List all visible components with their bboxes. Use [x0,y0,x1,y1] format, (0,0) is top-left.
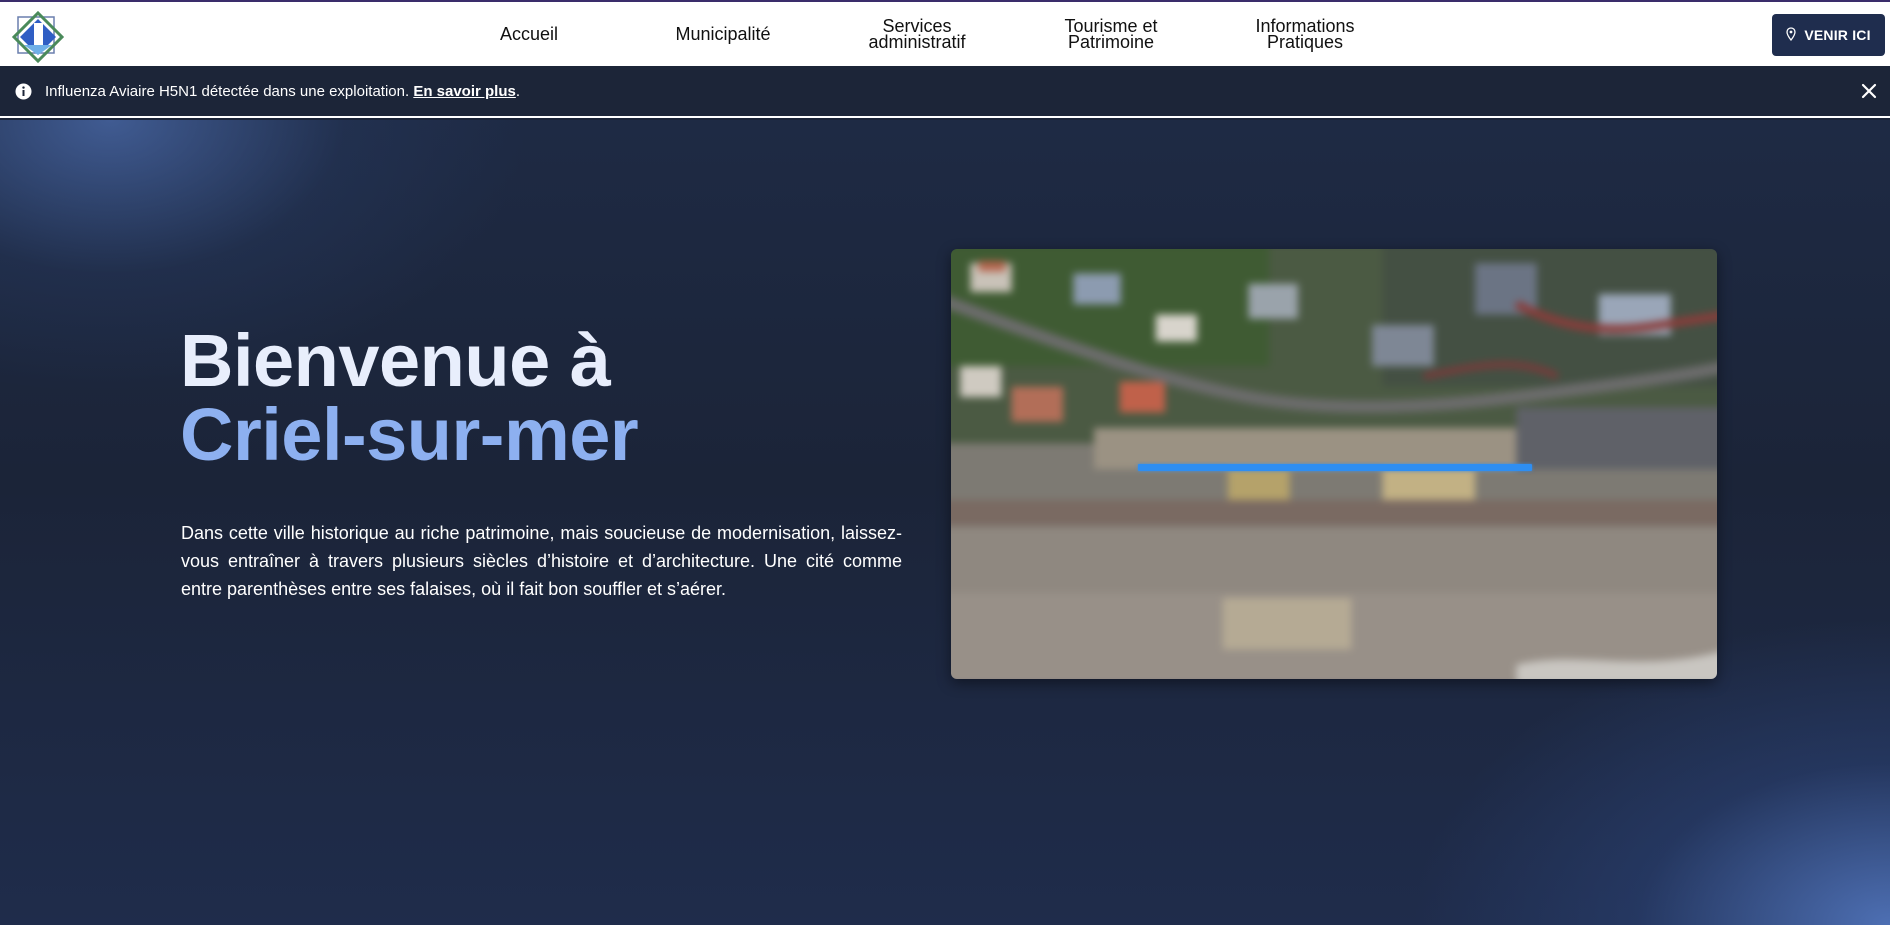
nav-services-administratif[interactable]: Services administratif [832,2,1002,66]
info-icon [15,83,32,100]
alert-text: Influenza Aviaire H5N1 détectée dans une… [45,83,414,100]
alert-link[interactable]: En savoir plus [413,83,516,100]
nav-label: Municipalité [675,24,771,44]
progress-bar [1138,464,1532,471]
alert-message: Influenza Aviaire H5N1 détectée dans une… [45,83,520,100]
nav-label-line2: Patrimoine [1067,32,1155,52]
site-header: Accueil Municipalité Services administra… [0,0,1890,66]
map-pin-icon [1786,26,1796,44]
page-title: Bienvenue à Criel-sur-mer [180,319,639,476]
main-nav: Accueil Municipalité Services administra… [0,2,1890,68]
nav-label-line2: administratif [868,32,966,52]
title-line-1: Bienvenue à [180,319,611,402]
title-line-2: Criel-sur-mer [180,393,639,476]
alert-banner: Influenza Aviaire H5N1 détectée dans une… [0,66,1890,118]
hero-description: Dans cette ville historique au riche pat… [181,523,902,599]
venir-ici-label: VENIR ICI [1804,27,1871,43]
nav-tourisme-patrimoine[interactable]: Tourisme et Patrimoine [1026,2,1196,66]
hero-section: Bienvenue à Criel-sur-mer Dans cette vil… [0,120,1890,925]
nav-informations-pratiques[interactable]: Informations Pratiques [1220,2,1390,66]
venir-ici-button[interactable]: VENIR ICI [1772,14,1885,56]
close-icon[interactable] [1860,82,1878,100]
alert-suffix: . [515,83,521,100]
nav-accueil[interactable]: Accueil [444,2,614,66]
nav-municipalite[interactable]: Municipalité [638,2,808,66]
nav-label-line2: Pratiques [1266,32,1344,52]
nav-label: Accueil [499,24,559,44]
